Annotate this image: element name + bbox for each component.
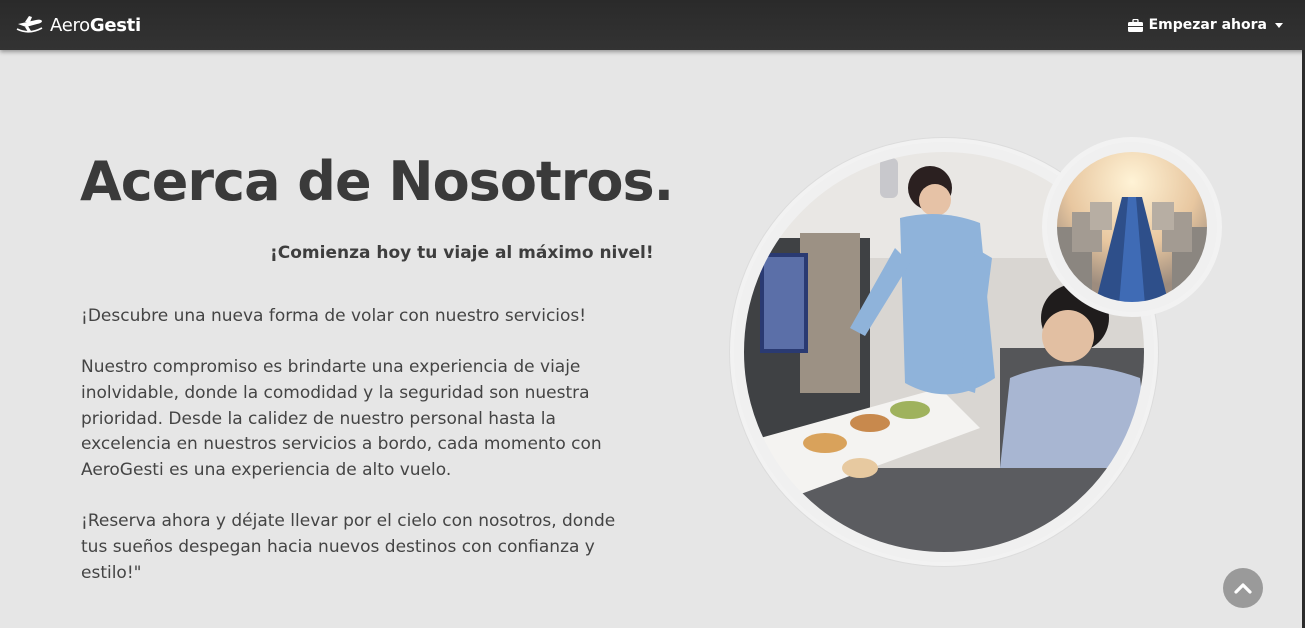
brand-link[interactable]: AeroGesti [16,12,141,38]
intro-paragraph: ¡Descubre una nueva forma de volar con n… [81,306,587,326]
top-navbar: AeroGesti Empezar ahora [0,0,1305,50]
commitment-paragraph: Nuestro compromiso es brindarte una expe… [81,357,602,481]
page-title: Acerca de Nosotros. [80,150,674,213]
brand-name: AeroGesti [50,14,141,36]
cabin-aisle-photo [1042,137,1222,317]
scroll-to-top-button[interactable] [1223,568,1263,608]
tagline: ¡Comienza hoy tu viaje al máximo nivel! [270,243,654,263]
booking-paragraph: ¡Reserva ahora y déjate llevar por el ci… [81,511,616,583]
start-now-label: Empezar ahora [1148,17,1267,33]
airplane-logo-icon [16,16,43,33]
chevron-up-icon [1234,583,1252,594]
chevron-down-icon [1275,22,1283,28]
start-now-dropdown[interactable]: Empezar ahora [1127,14,1283,36]
briefcase-icon [1127,18,1143,32]
